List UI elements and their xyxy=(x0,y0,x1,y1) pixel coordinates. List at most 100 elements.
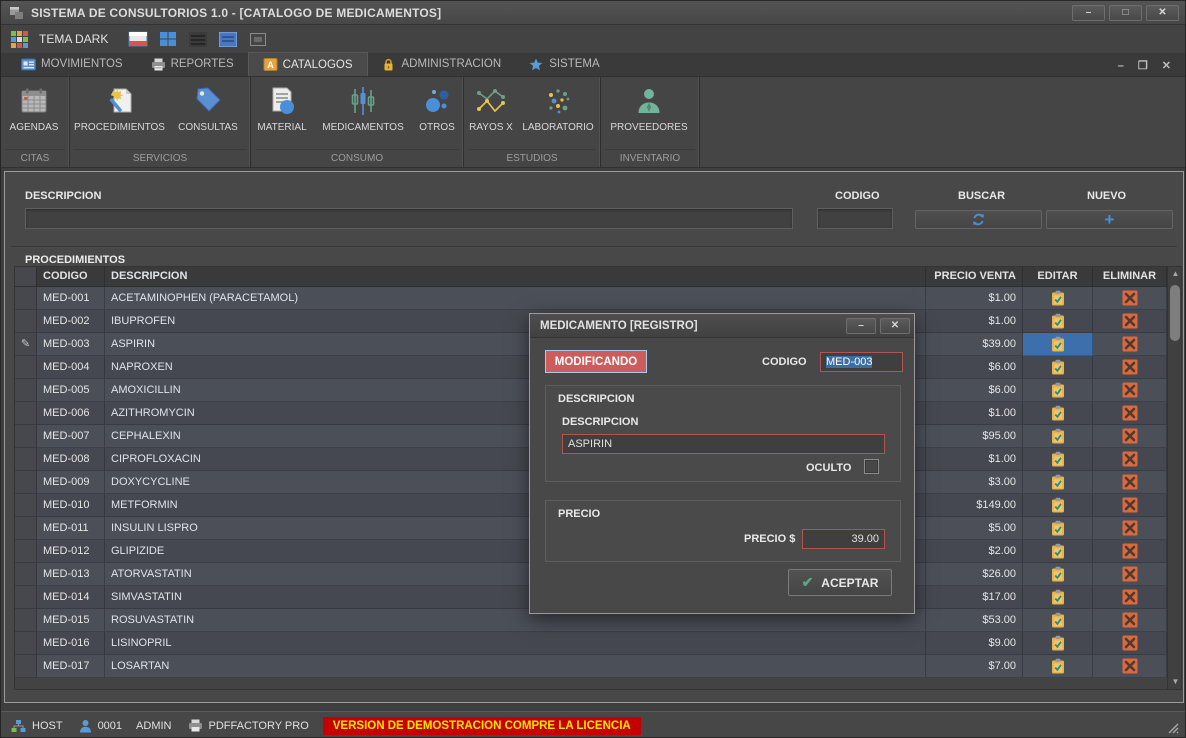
row-selector[interactable] xyxy=(15,586,37,609)
close-button[interactable]: ✕ xyxy=(1146,5,1179,21)
edit-row-button[interactable] xyxy=(1023,632,1093,655)
row-selector[interactable] xyxy=(15,471,37,494)
dialog-descripcion-input[interactable] xyxy=(562,434,885,454)
tab-reportes[interactable]: REPORTES xyxy=(137,52,248,76)
delete-row-button[interactable] xyxy=(1093,471,1167,494)
edit-row-button[interactable] xyxy=(1023,448,1093,471)
edit-row-button[interactable] xyxy=(1023,494,1093,517)
table-row[interactable]: MED-001ACETAMINOPHEN (PARACETAMOL)$1.00 xyxy=(15,287,1167,310)
row-selector[interactable] xyxy=(15,540,37,563)
vertical-scrollbar[interactable]: ▲ ▼ xyxy=(1167,267,1181,689)
delete-row-button[interactable] xyxy=(1093,333,1167,356)
dialog-close-button[interactable]: ✕ xyxy=(880,318,910,334)
dialog-codigo-input[interactable]: MED-003 xyxy=(820,352,903,372)
edit-row-button[interactable] xyxy=(1023,586,1093,609)
theme-windows-icon[interactable] xyxy=(158,30,178,48)
nuevo-button[interactable]: + xyxy=(1046,210,1173,229)
theme-classic-icon[interactable] xyxy=(128,30,148,48)
table-row[interactable]: MED-017LOSARTAN$7.00 xyxy=(15,655,1167,678)
theme-palette-icon[interactable] xyxy=(9,30,29,48)
row-selector[interactable] xyxy=(15,448,37,471)
column-header-eliminar[interactable]: ELIMINAR xyxy=(1093,267,1167,286)
mdi-minimize-button[interactable]: – xyxy=(1118,60,1124,72)
mdi-close-button[interactable]: ✕ xyxy=(1162,59,1171,72)
row-selector[interactable] xyxy=(15,494,37,517)
delete-row-button[interactable] xyxy=(1093,287,1167,310)
column-header-codigo[interactable]: CODIGO xyxy=(37,267,105,286)
aceptar-button[interactable]: ✔ ACEPTAR xyxy=(788,569,892,596)
maximize-button[interactable]: □ xyxy=(1109,5,1142,21)
edit-row-button[interactable] xyxy=(1023,609,1093,632)
delete-row-button[interactable] xyxy=(1093,586,1167,609)
tab-movimientos[interactable]: MOVIMIENTOS xyxy=(7,52,137,76)
row-selector[interactable] xyxy=(15,655,37,678)
tab-administracion[interactable]: ADMINISTRACION xyxy=(368,52,516,76)
edit-row-button[interactable] xyxy=(1023,333,1093,356)
edit-row-button[interactable] xyxy=(1023,356,1093,379)
rayos-x-button[interactable]: RAYOS X xyxy=(464,82,518,135)
delete-row-button[interactable] xyxy=(1093,494,1167,517)
delete-row-button[interactable] xyxy=(1093,517,1167,540)
otros-button[interactable]: OTROS xyxy=(413,82,461,135)
scroll-up-arrow[interactable]: ▲ xyxy=(1168,267,1183,281)
tab-catalogos[interactable]: A CATALOGOS xyxy=(248,52,368,76)
row-selector[interactable] xyxy=(15,632,37,655)
row-selector[interactable] xyxy=(15,310,37,333)
dialog-minimize-button[interactable]: – xyxy=(846,318,876,334)
delete-row-button[interactable] xyxy=(1093,540,1167,563)
theme-menu-label[interactable]: TEMA DARK xyxy=(39,32,108,46)
minimize-button[interactable]: – xyxy=(1072,5,1105,21)
row-selector[interactable] xyxy=(15,287,37,310)
theme-compact-icon[interactable] xyxy=(248,30,268,48)
row-selector[interactable] xyxy=(15,356,37,379)
delete-row-button[interactable] xyxy=(1093,356,1167,379)
delete-row-button[interactable] xyxy=(1093,448,1167,471)
delete-row-button[interactable] xyxy=(1093,632,1167,655)
material-button[interactable]: MATERIAL xyxy=(251,82,313,135)
oculto-checkbox[interactable] xyxy=(864,459,879,474)
row-selector[interactable] xyxy=(15,563,37,586)
delete-row-button[interactable] xyxy=(1093,563,1167,586)
mdi-restore-button[interactable]: ❐ xyxy=(1138,59,1148,72)
laboratorio-button[interactable]: LABORATORIO xyxy=(518,82,598,135)
medicamentos-button[interactable]: MEDICAMENTOS xyxy=(313,82,413,135)
row-selector[interactable] xyxy=(15,402,37,425)
row-selector[interactable] xyxy=(15,379,37,402)
descripcion-filter-input[interactable] xyxy=(25,208,793,229)
row-selector[interactable] xyxy=(15,517,37,540)
codigo-filter-input[interactable] xyxy=(817,208,893,229)
row-selector[interactable]: ✎ xyxy=(15,333,37,356)
edit-row-button[interactable] xyxy=(1023,402,1093,425)
edit-row-button[interactable] xyxy=(1023,655,1093,678)
tab-sistema[interactable]: SISTEMA xyxy=(515,52,613,76)
theme-dark-icon[interactable] xyxy=(188,30,208,48)
edit-row-button[interactable] xyxy=(1023,379,1093,402)
delete-row-button[interactable] xyxy=(1093,609,1167,632)
delete-row-button[interactable] xyxy=(1093,425,1167,448)
row-selector[interactable] xyxy=(15,609,37,632)
proveedores-button[interactable]: PROVEEDORES xyxy=(601,82,697,135)
theme-blue-icon[interactable] xyxy=(218,30,238,48)
table-row[interactable]: MED-016LISINOPRIL$9.00 xyxy=(15,632,1167,655)
row-selector[interactable] xyxy=(15,425,37,448)
buscar-button[interactable] xyxy=(915,210,1042,229)
scrollbar-thumb[interactable] xyxy=(1170,285,1180,341)
column-header-precio[interactable]: PRECIO VENTA xyxy=(926,267,1023,286)
edit-row-button[interactable] xyxy=(1023,425,1093,448)
consultas-button[interactable]: CONSULTAS xyxy=(169,82,247,135)
delete-row-button[interactable] xyxy=(1093,655,1167,678)
edit-row-button[interactable] xyxy=(1023,563,1093,586)
delete-row-button[interactable] xyxy=(1093,379,1167,402)
dialog-precio-input[interactable] xyxy=(802,529,885,549)
edit-row-button[interactable] xyxy=(1023,471,1093,494)
procedimientos-button[interactable]: PROCEDIMIENTOS xyxy=(70,82,169,135)
edit-row-button[interactable] xyxy=(1023,287,1093,310)
edit-row-button[interactable] xyxy=(1023,540,1093,563)
delete-row-button[interactable] xyxy=(1093,402,1167,425)
resize-grip-icon[interactable] xyxy=(1166,721,1180,735)
scroll-down-arrow[interactable]: ▼ xyxy=(1168,675,1183,689)
edit-row-button[interactable] xyxy=(1023,517,1093,540)
column-header-descripcion[interactable]: DESCRIPCION xyxy=(105,267,926,286)
agendas-button[interactable]: AGENDAS xyxy=(1,82,67,135)
edit-row-button[interactable] xyxy=(1023,310,1093,333)
